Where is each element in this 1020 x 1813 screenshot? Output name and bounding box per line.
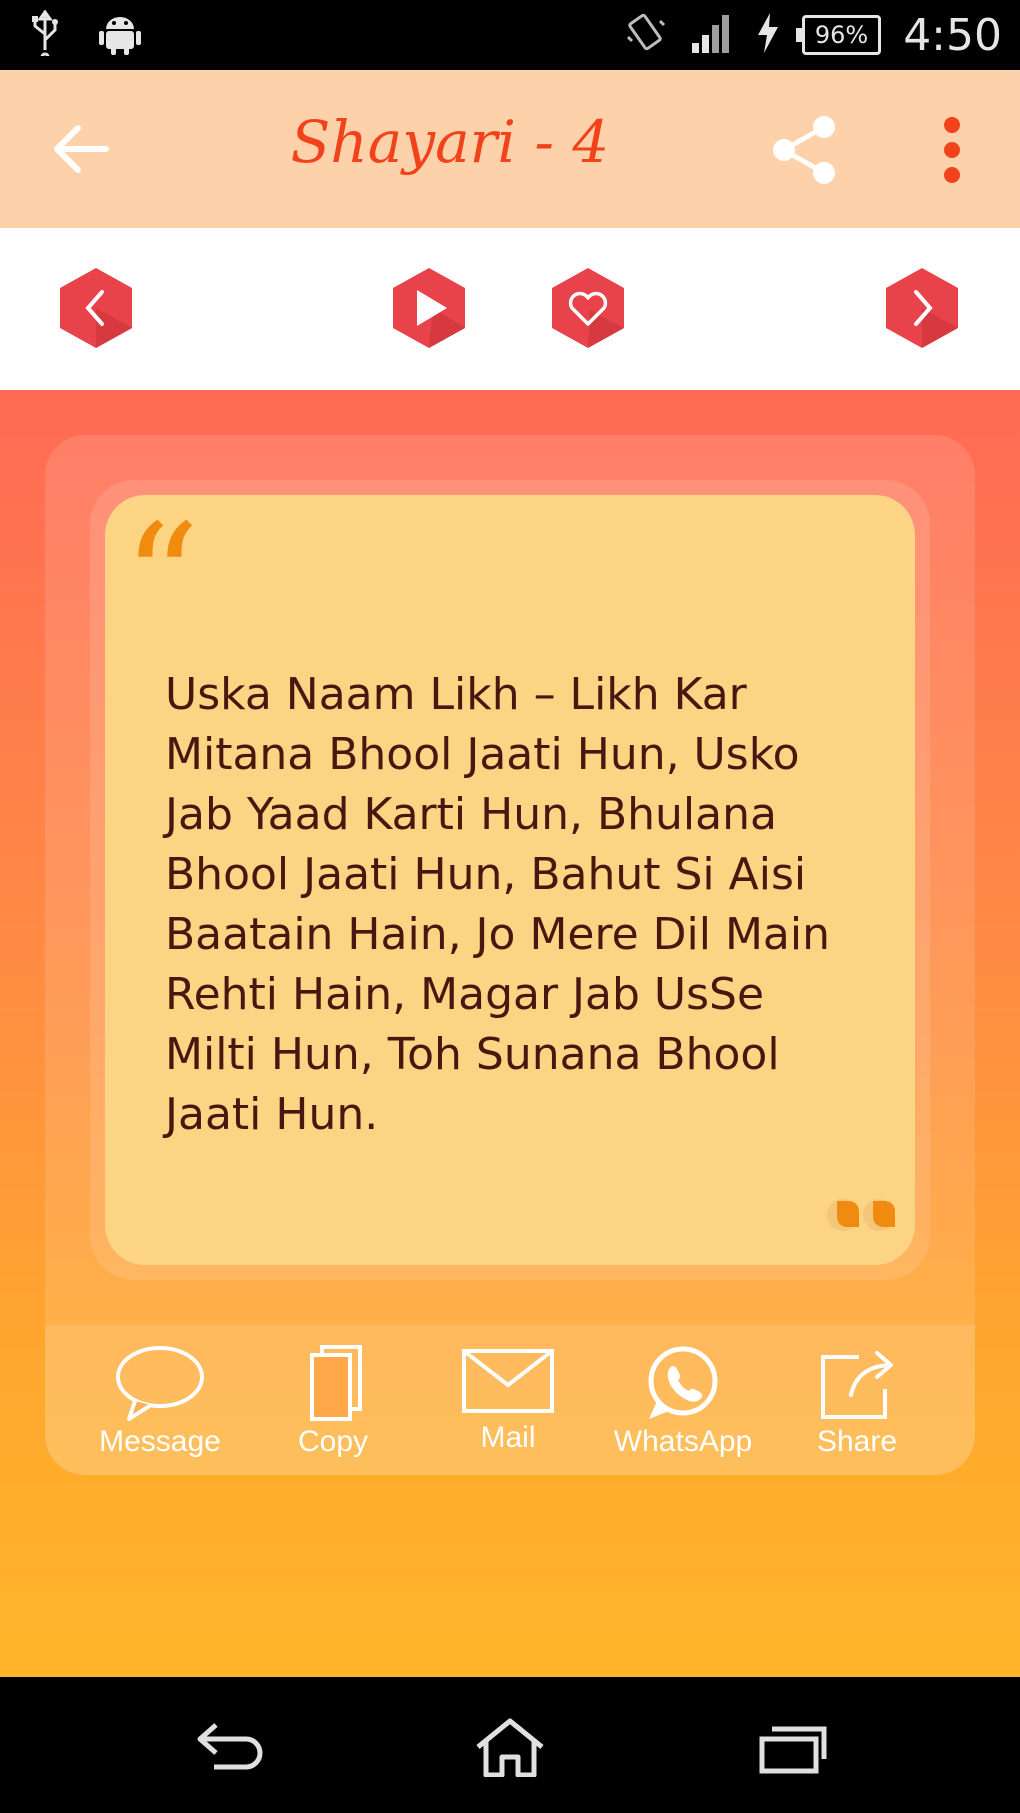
copy-button[interactable]: Copy bbox=[248, 1345, 418, 1459]
play-icon[interactable] bbox=[387, 266, 471, 350]
vibrate-icon bbox=[624, 11, 668, 59]
message-button[interactable]: Message bbox=[75, 1345, 245, 1459]
signal-icon bbox=[690, 13, 734, 57]
share-label: Share bbox=[816, 1425, 898, 1458]
whatsapp-button[interactable]: WhatsApp bbox=[598, 1345, 768, 1459]
share-external-button[interactable]: Share bbox=[772, 1345, 942, 1459]
clock: 4:50 bbox=[903, 9, 1002, 61]
page-title: Shayari - 4 bbox=[290, 108, 610, 176]
share-bar: Message Copy Mail WhatsApp Share bbox=[45, 1325, 975, 1475]
app-bar: Shayari - 4 bbox=[0, 70, 1020, 228]
quote-open-icon: “ bbox=[123, 493, 200, 667]
mail-label: Mail bbox=[480, 1421, 536, 1454]
shayari-text: Uska Naam Likh – Likh Kar Mitana Bhool J… bbox=[165, 669, 831, 1140]
nav-recents-icon[interactable] bbox=[752, 1717, 832, 1777]
quote-panel: “ Uska Naam Likh – Likh Kar Mitana Bhool… bbox=[45, 435, 975, 1475]
whatsapp-icon bbox=[648, 1346, 718, 1419]
battery-icon: 96% bbox=[795, 15, 882, 55]
next-icon[interactable] bbox=[880, 266, 964, 350]
copy-icon bbox=[310, 1345, 362, 1421]
content-area: “ Uska Naam Likh – Likh Kar Mitana Bhool… bbox=[0, 390, 1020, 1677]
battery-level: 96% bbox=[814, 21, 869, 49]
favorite-icon[interactable] bbox=[546, 266, 630, 350]
message-icon bbox=[116, 1346, 204, 1421]
quote-card: “ Uska Naam Likh – Likh Kar Mitana Bhool… bbox=[105, 495, 915, 1265]
quote-close-icon bbox=[819, 1195, 901, 1235]
previous-icon[interactable] bbox=[54, 266, 138, 350]
status-bar: 96% 4:50 bbox=[0, 0, 1020, 70]
nav-home-icon[interactable] bbox=[470, 1717, 550, 1778]
mail-icon bbox=[462, 1349, 554, 1413]
navigation-bar bbox=[0, 1677, 1020, 1813]
share-external-icon bbox=[821, 1351, 893, 1419]
more-vert-icon[interactable] bbox=[940, 115, 964, 185]
mail-button[interactable]: Mail bbox=[423, 1345, 593, 1455]
quote-frame: “ Uska Naam Likh – Likh Kar Mitana Bhool… bbox=[90, 480, 930, 1280]
android-icon bbox=[98, 11, 142, 59]
charging-icon bbox=[756, 13, 780, 57]
share-icon[interactable] bbox=[770, 115, 840, 185]
control-row bbox=[0, 228, 1020, 390]
nav-back-icon[interactable] bbox=[190, 1717, 270, 1777]
usb-icon bbox=[30, 9, 60, 62]
copy-label: Copy bbox=[297, 1425, 369, 1458]
whatsapp-label: WhatsApp bbox=[613, 1425, 753, 1458]
message-label: Message bbox=[99, 1425, 221, 1458]
